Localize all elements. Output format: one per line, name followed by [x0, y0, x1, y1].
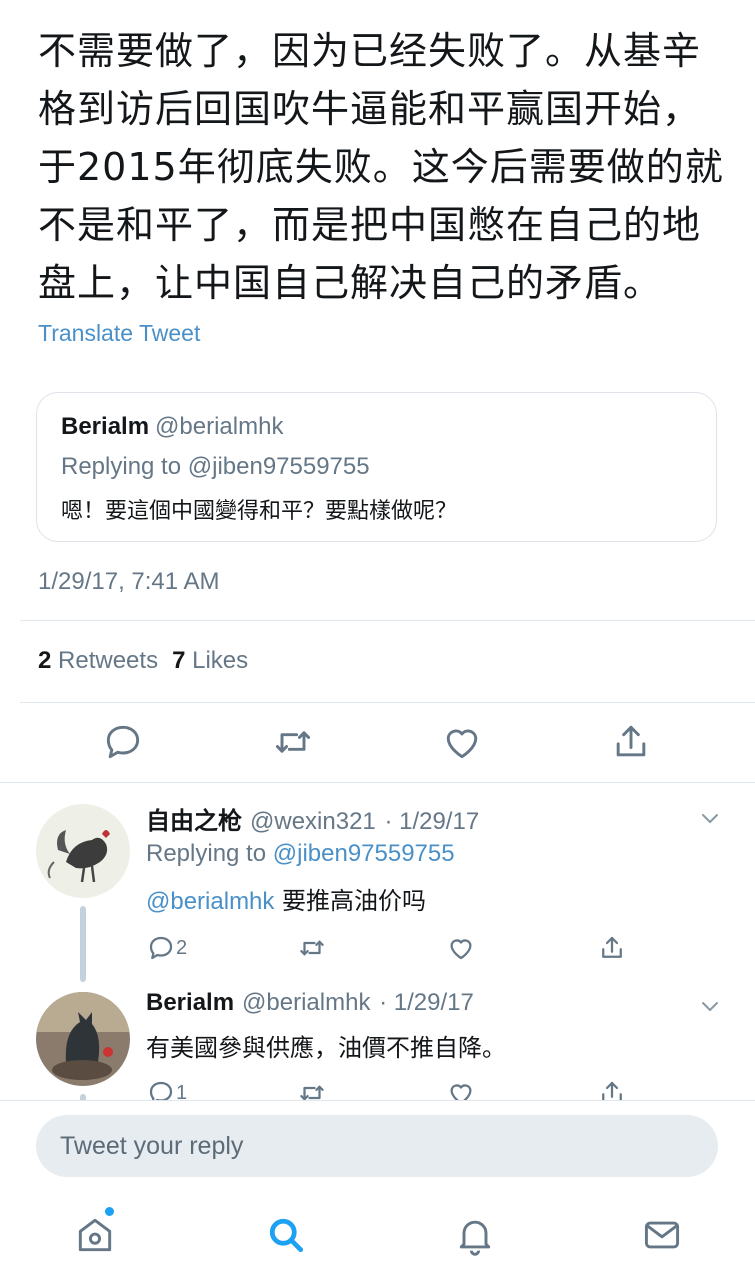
chevron-down-icon: [702, 1002, 718, 1011]
bottom-tab-bar: [0, 1195, 755, 1280]
reply-header: Berialm @berialmhk · 1/29/17: [146, 989, 474, 1017]
tweet-text: 不需要做了，因为已经失败了。从基辛格到访后回国吹牛逼能和平赢国开始，于2015年…: [38, 29, 724, 305]
reply-text: 有美國參與供應，油價不推自降。: [146, 1034, 506, 1062]
reply-button[interactable]: [101, 720, 145, 764]
more-options-button[interactable]: [698, 994, 722, 1018]
search-icon: [269, 1218, 304, 1253]
chevron-down-icon: [702, 814, 718, 823]
heart-icon: [446, 729, 478, 759]
mention-link[interactable]: @berialmhk: [146, 888, 274, 915]
likes-count: 7: [172, 647, 186, 674]
retweet-icon: [275, 731, 311, 753]
reply-author-name[interactable]: 自由之枪: [146, 807, 242, 835]
rooster-avatar-image: [36, 804, 130, 898]
retweets-count: 2: [38, 647, 52, 674]
like-button[interactable]: [440, 720, 484, 764]
retweets-stat[interactable]: 2 Retweets: [38, 647, 158, 674]
reply-replying-to: Replying to @jiben97559755: [146, 840, 455, 868]
reply-author-handle: @berialmhk: [242, 989, 371, 1016]
replying-handle: @jiben97559755: [187, 453, 370, 480]
more-options-button[interactable]: [698, 806, 722, 830]
likes-stat[interactable]: 7 Likes: [172, 647, 248, 674]
tweet-reply-input[interactable]: [36, 1115, 718, 1177]
quoted-tweet-card[interactable]: Berialm @berialmhk Replying to @jiben9755…: [36, 392, 717, 542]
share-icon: [602, 936, 622, 958]
divider: [0, 782, 755, 783]
divider: [20, 620, 755, 621]
reply-icon: [106, 725, 140, 759]
notification-dot: [105, 1207, 114, 1216]
tab-search[interactable]: [264, 1213, 308, 1257]
translate-tweet-link[interactable]: Translate Tweet: [38, 320, 200, 347]
mail-icon: [644, 1221, 680, 1249]
cat-avatar-image: [36, 992, 130, 1086]
quoted-replying-to: Replying to @jiben97559755: [61, 453, 370, 481]
avatar[interactable]: [36, 804, 130, 898]
quoted-author-name: Berialm: [61, 413, 150, 440]
reply-header: 自由之枪 @wexin321 · 1/29/17: [146, 801, 479, 836]
retweet-button[interactable]: [297, 931, 327, 965]
tweet-timestamp: 1/29/17, 7:41 AM: [38, 568, 220, 595]
reply-author-handle: @wexin321: [250, 808, 376, 835]
reply-text: @berialmhk 要推高油价吗: [146, 881, 426, 916]
retweets-label: Retweets: [58, 647, 159, 674]
share-icon: [616, 725, 646, 757]
reply-count: 2: [176, 936, 188, 959]
divider: [20, 702, 755, 703]
reply-icon: [149, 936, 173, 960]
reply-composer: [0, 1100, 755, 1196]
replying-handle-link[interactable]: @jiben97559755: [273, 840, 455, 867]
share-button[interactable]: [609, 720, 653, 764]
avatar[interactable]: [36, 992, 130, 1086]
like-button[interactable]: [446, 931, 476, 965]
heart-icon: [450, 939, 472, 960]
tab-notifications[interactable]: [453, 1213, 497, 1257]
retweet-icon: [300, 940, 324, 956]
reply-button[interactable]: 2: [146, 931, 187, 965]
reply-date: · 1/29/17: [384, 808, 480, 835]
replying-prefix: Replying to: [146, 840, 267, 867]
reply-author-name[interactable]: Berialm: [146, 989, 234, 1016]
bell-icon: [459, 1220, 491, 1256]
reply-date: · 1/29/17: [379, 989, 474, 1016]
tab-home[interactable]: [73, 1207, 117, 1257]
tab-messages[interactable]: [640, 1213, 684, 1257]
quoted-author-handle: @berialmhk: [155, 413, 284, 440]
retweet-button[interactable]: [271, 720, 315, 764]
quoted-tweet-text: 嗯！要這個中國變得和平？要點樣做呢？: [61, 499, 458, 524]
tweet-stats: 2 Retweets 7 Likes: [38, 647, 248, 675]
home-icon: [78, 1218, 112, 1252]
reply-text-content: 要推高油价吗: [282, 887, 427, 915]
replying-prefix: Replying to: [61, 453, 182, 480]
share-button[interactable]: [597, 931, 627, 965]
thread-line: [80, 906, 86, 982]
likes-label: Likes: [192, 647, 249, 674]
quoted-tweet-header: Berialm @berialmhk: [61, 413, 283, 441]
